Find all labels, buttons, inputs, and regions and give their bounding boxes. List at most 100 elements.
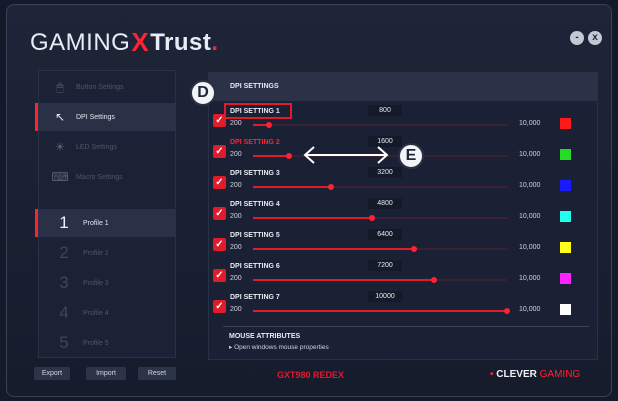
- dpi-value-field[interactable]: 3200: [368, 167, 402, 178]
- dpi-slider[interactable]: [253, 122, 507, 128]
- import-button[interactable]: Import: [86, 367, 126, 380]
- dpi-enable-checkbox[interactable]: ✓: [213, 300, 226, 313]
- dpi-slider[interactable]: [253, 215, 507, 221]
- dpi-enable-checkbox[interactable]: ✓: [213, 207, 226, 220]
- dpi-max-label: 10,000: [519, 275, 541, 282]
- dpi-slider-fill: [253, 217, 373, 219]
- sidebar-item-button-settings[interactable]: 🖱 Button Settings: [39, 73, 175, 101]
- dpi-min-label: 200: [230, 244, 242, 251]
- dpi-max-label: 10,000: [519, 306, 541, 313]
- minimize-button[interactable]: -: [570, 31, 584, 45]
- dpi-value-field[interactable]: 4800: [368, 198, 402, 209]
- profile-number: 3: [59, 273, 69, 292]
- profile-label: Profile 2: [83, 249, 109, 257]
- mouse-attributes-title: MOUSE ATTRIBUTES: [229, 333, 301, 340]
- dpi-setting-row: ✓ DPI SETTING 6 200 7200 10,000: [209, 260, 597, 293]
- reset-button[interactable]: Reset: [138, 367, 176, 380]
- profile-2[interactable]: 2 Profile 2: [39, 239, 175, 267]
- profile-1[interactable]: 1 Profile 1: [35, 209, 175, 237]
- dpi-enable-checkbox[interactable]: ✓: [213, 238, 226, 251]
- dpi-max-label: 10,000: [519, 182, 541, 189]
- close-button[interactable]: x: [588, 31, 602, 45]
- clever-label: CLEVER: [496, 369, 537, 380]
- dpi-setting-name: DPI SETTING 6: [230, 263, 280, 270]
- sidebar: 🖱 Button Settings ↖ DPI Settings ☀ LED S…: [35, 70, 176, 358]
- dpi-slider[interactable]: [253, 184, 507, 190]
- export-button[interactable]: Export: [34, 367, 70, 380]
- mouse-icon: 🖱: [56, 80, 64, 94]
- sidebar-item-led-settings[interactable]: ☀ LED Settings: [39, 133, 175, 161]
- sidebar-item-label: Button Settings: [76, 83, 124, 91]
- dpi-slider-handle[interactable]: [504, 308, 510, 314]
- dpi-min-label: 200: [230, 182, 242, 189]
- profile-label: Profile 4: [83, 309, 109, 317]
- profile-label: Profile 3: [83, 279, 109, 287]
- dpi-setting-row: ✓ DPI SETTING 7 200 10000 10,000: [209, 291, 597, 324]
- dpi-color-swatch[interactable]: [560, 211, 571, 222]
- dpi-setting-name: DPI SETTING 5: [230, 232, 280, 239]
- dpi-color-swatch[interactable]: [560, 273, 571, 284]
- dpi-min-label: 200: [230, 151, 242, 158]
- profile-number: 5: [59, 333, 69, 352]
- profile-number: 4: [59, 303, 69, 322]
- dpi-enable-checkbox[interactable]: ✓: [213, 269, 226, 282]
- dpi-setting-name: DPI SETTING 3: [230, 170, 280, 177]
- sidebar-item-label: LED Settings: [76, 143, 117, 151]
- dpi-enable-checkbox[interactable]: ✓: [213, 145, 226, 158]
- profile-label: Profile 5: [83, 339, 109, 347]
- dpi-min-label: 200: [230, 120, 242, 127]
- profile-5[interactable]: 5 Profile 5: [39, 329, 175, 357]
- brand-dot: .: [211, 28, 219, 56]
- open-mouse-properties-link[interactable]: ▸ Open windows mouse properties: [229, 343, 329, 351]
- dpi-max-label: 10,000: [519, 120, 541, 127]
- dpi-value-field[interactable]: 800: [368, 105, 402, 116]
- dpi-color-swatch[interactable]: [560, 180, 571, 191]
- clever-gaming-label: GAMING: [539, 369, 581, 380]
- dpi-slider-handle[interactable]: [410, 246, 417, 252]
- light-icon: ☀: [54, 140, 66, 154]
- dpi-slider-handle[interactable]: [369, 215, 376, 221]
- brand-x: X: [131, 27, 150, 57]
- divider: [223, 326, 589, 327]
- highlight-box: [224, 103, 292, 119]
- clever-gaming-logo: • CLEVER GAMING: [490, 369, 580, 380]
- dpi-slider-handle[interactable]: [327, 184, 334, 190]
- dpi-slider-fill: [253, 186, 331, 188]
- dpi-min-label: 200: [230, 306, 242, 313]
- dpi-color-swatch[interactable]: [560, 242, 571, 253]
- dpi-color-swatch[interactable]: [560, 304, 571, 315]
- profile-4[interactable]: 4 Profile 4: [39, 299, 175, 327]
- dpi-panel-header: DPI SETTINGS: [209, 73, 597, 101]
- dpi-slider-fill: [253, 155, 290, 157]
- profile-number: 1: [59, 213, 69, 232]
- brand-trust: Trust: [150, 28, 212, 56]
- dpi-slider-fill: [253, 248, 414, 250]
- dpi-slider-handle[interactable]: [431, 277, 438, 283]
- model-name: GXT980 REDEX: [277, 370, 345, 380]
- dpi-setting-row: ✓ DPI SETTING 5 200 6400 10,000: [209, 229, 597, 262]
- profile-3[interactable]: 3 Profile 3: [39, 269, 175, 297]
- dpi-slider[interactable]: [253, 308, 510, 314]
- profile-number: 2: [59, 243, 69, 262]
- brand-gaming: GAMING: [30, 28, 131, 56]
- dpi-max-label: 10,000: [519, 151, 541, 158]
- dpi-slider-fill: [253, 310, 507, 312]
- dpi-max-label: 10,000: [519, 244, 541, 251]
- sidebar-item-label: DPI Settings: [76, 113, 115, 121]
- dpi-value-field[interactable]: 7200: [368, 260, 402, 271]
- dpi-slider-handle[interactable]: [265, 122, 272, 128]
- dpi-color-swatch[interactable]: [560, 118, 571, 129]
- dpi-slider[interactable]: [253, 277, 507, 283]
- dpi-slider-handle[interactable]: [286, 153, 293, 159]
- callout-e: E: [398, 143, 424, 169]
- dpi-enable-checkbox[interactable]: ✓: [213, 176, 226, 189]
- dpi-setting-row: ✓ DPI SETTING 3 200 3200 10,000: [209, 167, 597, 200]
- dpi-setting-row: ✓ DPI SETTING 4 200 4800 10,000: [209, 198, 597, 231]
- dpi-slider[interactable]: [253, 246, 507, 252]
- dpi-value-field[interactable]: 10000: [368, 291, 402, 302]
- dpi-color-swatch[interactable]: [560, 149, 571, 160]
- dpi-value-field[interactable]: 6400: [368, 229, 402, 240]
- sidebar-item-dpi-settings[interactable]: ↖ DPI Settings: [35, 103, 175, 131]
- dpi-setting-name: DPI SETTING 7: [230, 294, 280, 301]
- sidebar-item-macro-settings[interactable]: ⌨ Macro Settings: [39, 163, 175, 191]
